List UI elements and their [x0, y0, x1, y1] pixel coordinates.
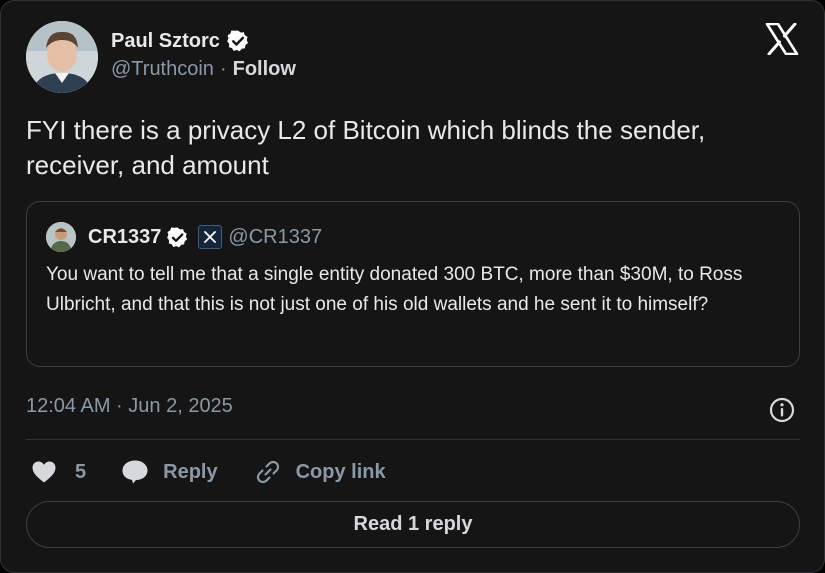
author-name[interactable]: Paul Sztorc — [111, 30, 220, 53]
reply-label: Reply — [163, 460, 218, 483]
x-affiliate-badge-icon — [198, 225, 223, 249]
post-timestamp[interactable]: 12:04 AM · Jun 2, 2025 — [26, 395, 233, 418]
quoted-author-name: CR1337 — [88, 225, 162, 248]
quoted-post-text: You want to tell me that a single entity… — [46, 264, 743, 315]
post-text: FYI there is a privacy L2 of Bitcoin whi… — [26, 115, 706, 180]
x-logo-icon[interactable] — [765, 23, 799, 55]
divider — [26, 439, 800, 440]
speech-bubble-icon — [122, 460, 148, 484]
heart-icon — [32, 461, 56, 483]
like-button[interactable]: 5 — [31, 460, 86, 484]
copy-link-label: Copy link — [295, 460, 386, 483]
embedded-post-card: Paul Sztorc @Truthcoin · Follow FYI ther… — [0, 0, 825, 573]
follow-button[interactable]: Follow — [233, 58, 296, 81]
verified-badge-icon — [167, 226, 188, 247]
quoted-author-avatar[interactable] — [46, 222, 76, 252]
copy-link-button[interactable]: Copy link — [254, 458, 386, 486]
read-replies-button[interactable]: Read 1 reply — [26, 501, 800, 548]
read-replies-label: Read 1 reply — [353, 513, 473, 535]
action-bar: 5 Reply Copy link — [31, 456, 386, 488]
quoted-post[interactable]: CR1337 @CR1337 You want to tell me that … — [26, 201, 800, 367]
link-icon — [256, 460, 279, 484]
author-avatar[interactable] — [26, 21, 98, 93]
author-handle[interactable]: @Truthcoin — [111, 58, 214, 81]
info-icon[interactable] — [768, 396, 796, 424]
quoted-author-handle: @CR1337 — [228, 225, 323, 248]
reply-button[interactable]: Reply — [121, 459, 218, 485]
like-count: 5 — [75, 460, 87, 483]
verified-badge-icon — [227, 30, 248, 52]
separator: · — [219, 58, 227, 80]
